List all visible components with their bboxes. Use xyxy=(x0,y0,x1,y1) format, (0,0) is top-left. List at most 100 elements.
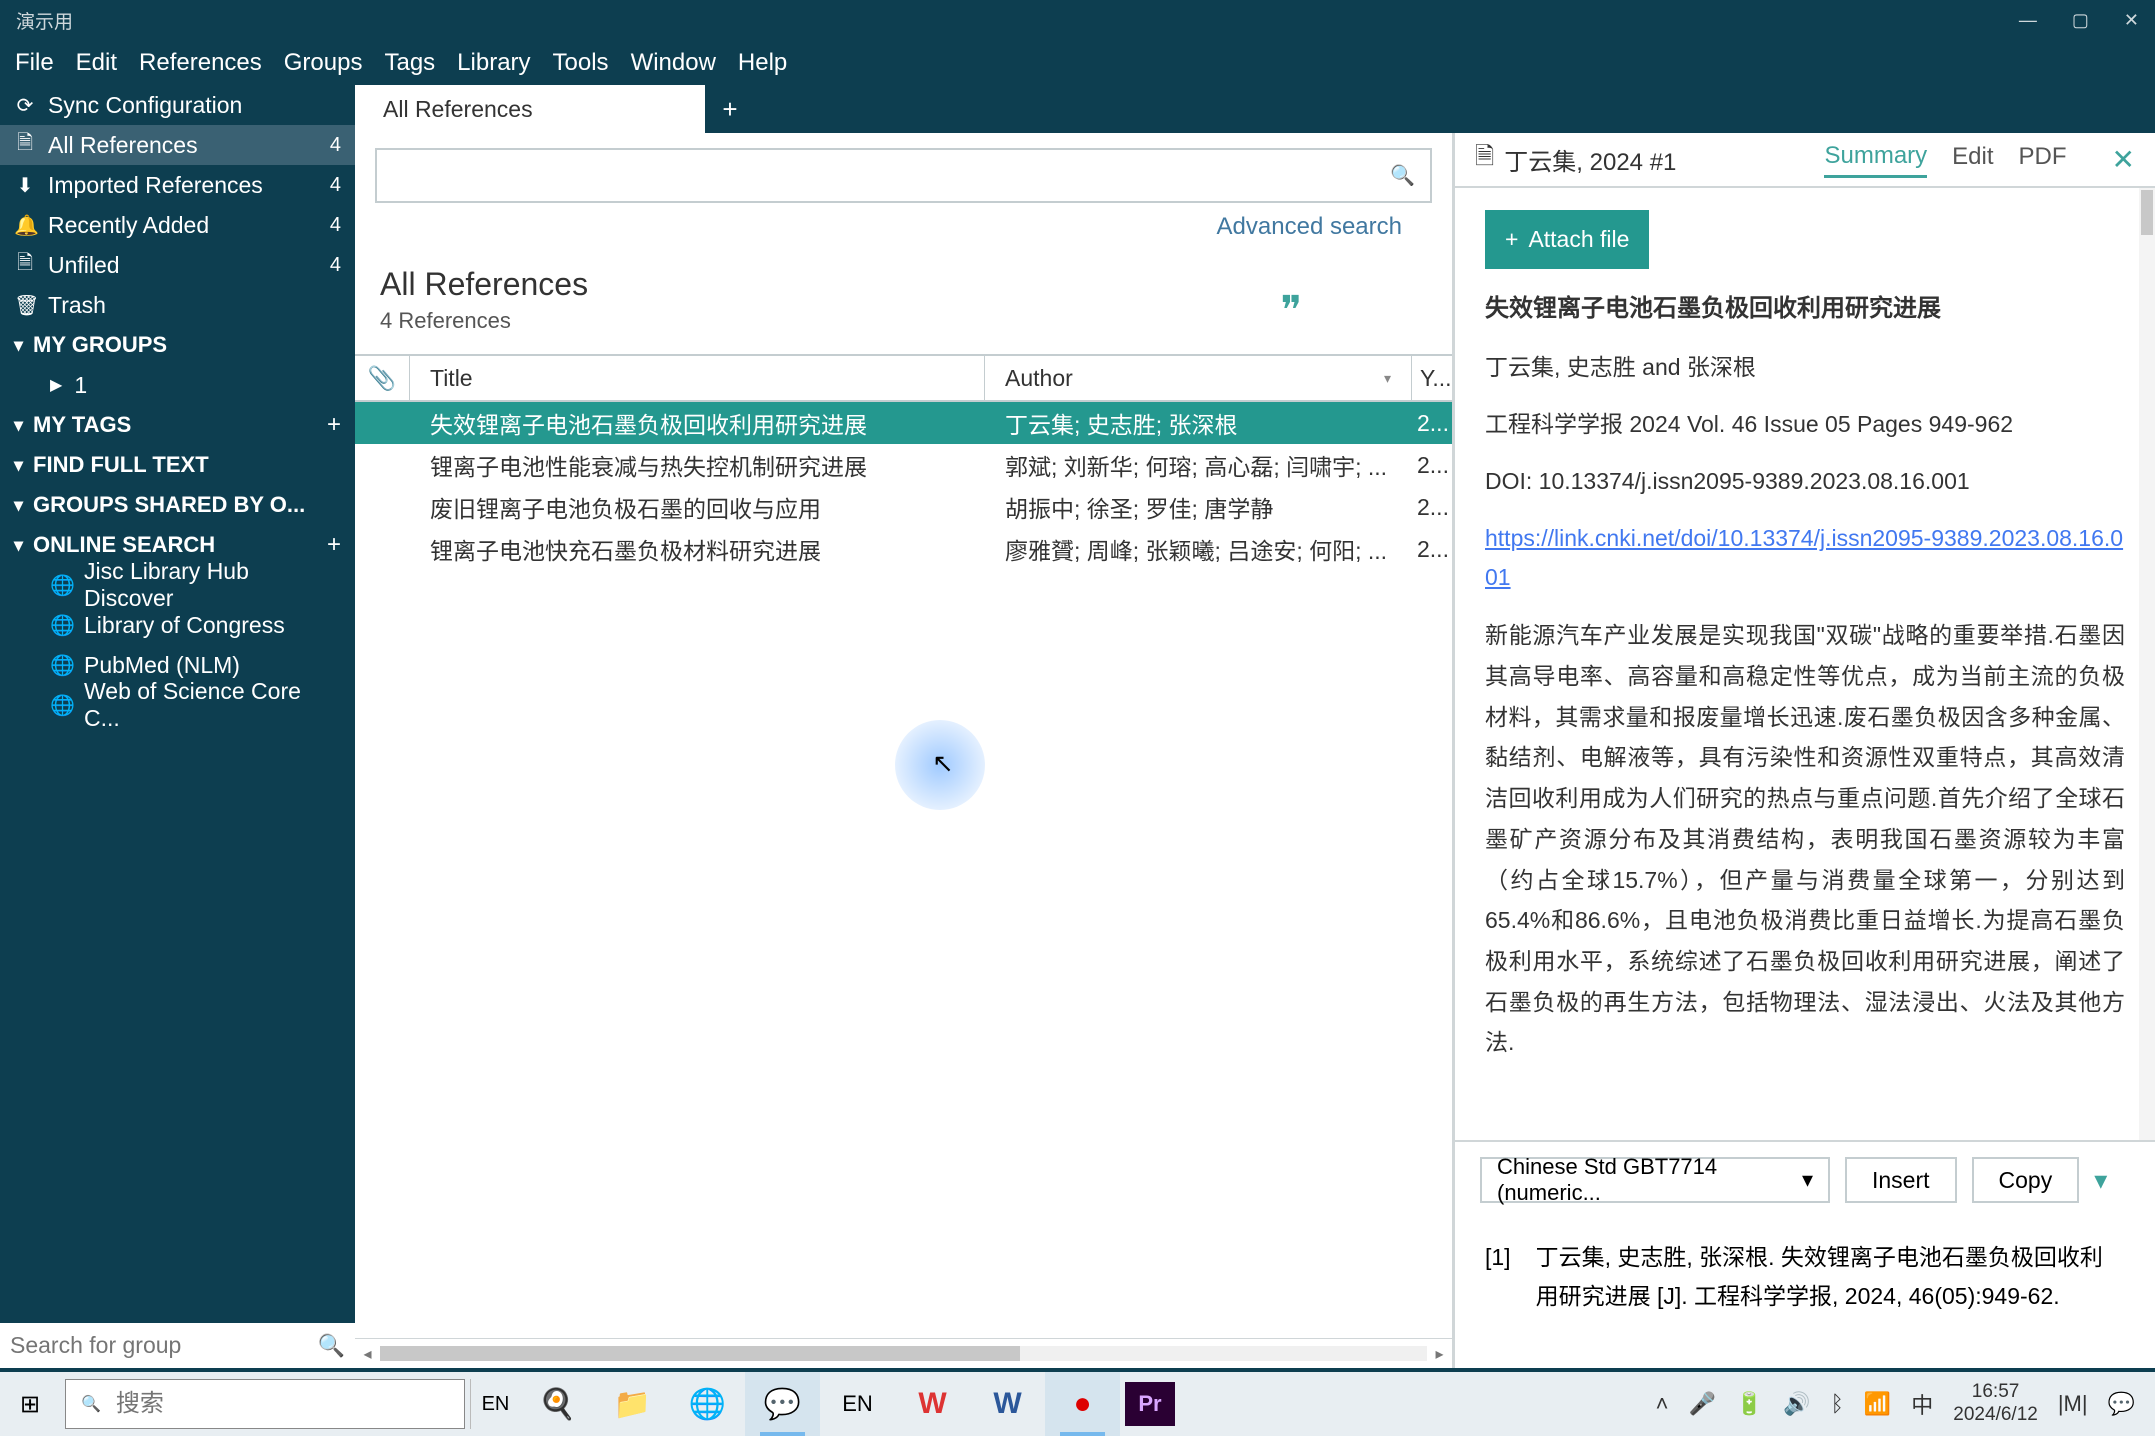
col-year[interactable]: Y... xyxy=(1412,356,1452,400)
insert-citation-button[interactable]: Insert xyxy=(1845,1157,1957,1203)
menu-library[interactable]: Library xyxy=(457,49,530,77)
scroll-right-icon[interactable]: ▸ xyxy=(1427,1344,1452,1364)
table-row[interactable]: 失效锂离子电池石墨负极回收利用研究进展 丁云集; 史志胜; 张深根 2... xyxy=(355,402,1452,444)
minimize-button[interactable]: — xyxy=(2019,10,2037,31)
maximize-button[interactable]: ▢ xyxy=(2072,10,2089,31)
online-search-loc[interactable]: 🌐 Library of Congress xyxy=(0,605,355,645)
sidebar-item-unfiled[interactable]: 🗎 Unfiled 4 xyxy=(0,245,355,285)
tray-date: 2024/6/12 xyxy=(1953,1404,2038,1427)
tray-wifi-icon[interactable]: 📶 xyxy=(1864,1391,1891,1417)
table-row[interactable]: 废旧锂离子电池负极石墨的回收与应用 胡振中; 徐圣; 罗佳; 唐学静 2... xyxy=(355,486,1452,528)
sidebar-item-label: Recently Added xyxy=(48,212,209,239)
cell-year: 2... xyxy=(1412,444,1452,486)
tab-summary[interactable]: Summary xyxy=(1824,142,1927,178)
menu-tags[interactable]: Tags xyxy=(384,49,435,77)
citation-style-dropdown[interactable]: Chinese Std GBT7714 (numeric... ▾ xyxy=(1480,1157,1830,1203)
add-tab-button[interactable]: + xyxy=(705,94,755,125)
sidebar-item-recently-added[interactable]: 🔔 Recently Added 4 xyxy=(0,205,355,245)
taskbar-search-input[interactable] xyxy=(116,1390,449,1418)
col-attachment[interactable]: 📎 xyxy=(355,356,410,400)
taskbar-app-1[interactable]: 🍳 xyxy=(520,1372,595,1436)
close-detail-button[interactable]: ✕ xyxy=(2112,143,2135,176)
scroll-left-icon[interactable]: ◂ xyxy=(355,1344,380,1364)
start-button[interactable]: ⊞ xyxy=(0,1372,60,1436)
tab-bar: All References + xyxy=(355,85,2155,133)
advanced-search-link[interactable]: Advanced search xyxy=(375,203,1432,241)
tray-battery-icon[interactable]: 🔋 xyxy=(1736,1391,1763,1417)
sidebar-group-shared[interactable]: ▾ GROUPS SHARED BY O... xyxy=(0,485,355,525)
close-window-button[interactable]: ✕ xyxy=(2124,10,2139,31)
scrollbar-thumb[interactable] xyxy=(380,1346,1020,1361)
cell-author: 胡振中; 徐圣; 罗佳; 唐学静 xyxy=(985,486,1412,528)
search-icon[interactable]: 🔍 xyxy=(1390,163,1415,188)
scrollbar-thumb[interactable] xyxy=(2141,190,2153,235)
tray-volume-icon[interactable]: 🔊 xyxy=(1783,1391,1810,1417)
taskbar-app-dict[interactable]: EN xyxy=(820,1372,895,1436)
taskbar-search[interactable]: 🔍 xyxy=(65,1379,465,1429)
globe-icon: 🌐 xyxy=(50,613,72,638)
online-search-wos[interactable]: 🌐 Web of Science Core C... xyxy=(0,685,355,725)
taskbar-app-record[interactable]: ● xyxy=(1045,1372,1120,1436)
sidebar-group-find-full-text[interactable]: ▾ FIND FULL TEXT xyxy=(0,445,355,485)
tray-ime-indicator[interactable]: 中 xyxy=(1911,1388,1933,1420)
sidebar-item-imported[interactable]: ⬇ Imported References 4 xyxy=(0,165,355,205)
tray-notifications-icon[interactable]: 💬 xyxy=(2108,1391,2135,1417)
language-indicator-en[interactable]: EN xyxy=(470,1379,520,1429)
tray-clock[interactable]: 16:57 2024/6/12 xyxy=(1953,1381,2038,1427)
taskbar-app-premiere[interactable]: Pr xyxy=(1125,1382,1175,1426)
sidebar-group-my-tags[interactable]: ▾ MY TAGS + xyxy=(0,405,355,445)
menu-tools[interactable]: Tools xyxy=(553,49,609,77)
col-title[interactable]: Title xyxy=(410,356,985,400)
horizontal-scrollbar[interactable]: ◂ ▸ xyxy=(355,1338,1452,1368)
trash-icon: 🗑 xyxy=(14,293,36,318)
tray-chevron-up-icon[interactable]: ˄ xyxy=(1656,1391,1669,1417)
tab-edit[interactable]: Edit xyxy=(1952,143,1993,176)
tab-pdf[interactable]: PDF xyxy=(2019,143,2067,176)
count-badge: 4 xyxy=(330,134,341,157)
tray-app-icon[interactable]: |M| xyxy=(2058,1391,2088,1417)
attach-file-button[interactable]: + Attach file xyxy=(1485,210,1649,269)
sidebar-group-my-groups[interactable]: ▾ MY GROUPS xyxy=(0,325,355,365)
tray-mic-icon[interactable]: 🎤 xyxy=(1688,1391,1715,1417)
search-icon: 🔍 xyxy=(81,1394,101,1414)
col-author[interactable]: Author▾ xyxy=(985,356,1412,400)
tab-all-references[interactable]: All References xyxy=(355,85,705,133)
search-input[interactable] xyxy=(392,163,1390,189)
vertical-scrollbar[interactable] xyxy=(2139,188,2155,1140)
globe-icon: 🌐 xyxy=(50,653,72,678)
taskbar-app-wps[interactable]: W xyxy=(895,1372,970,1436)
menu-groups[interactable]: Groups xyxy=(284,49,363,77)
copy-citation-button[interactable]: Copy xyxy=(1972,1157,2080,1203)
quote-icon[interactable]: ❞ xyxy=(1280,288,1302,334)
online-search-jisc[interactable]: 🌐 Jisc Library Hub Discover xyxy=(0,565,355,605)
menu-window[interactable]: Window xyxy=(631,49,716,77)
document-icon: 🗎 xyxy=(1475,139,1494,180)
sidebar-item-all-references[interactable]: 🗎 All References 4 xyxy=(0,125,355,165)
table-row[interactable]: 锂离子电池性能衰减与热失控机制研究进展 郭斌; 刘新华; 何瑢; 高心磊; 闫啸… xyxy=(355,444,1452,486)
sidebar-item-trash[interactable]: 🗑 Trash xyxy=(0,285,355,325)
menu-edit[interactable]: Edit xyxy=(76,49,117,77)
search-icon[interactable]: 🔍 xyxy=(318,1333,345,1359)
cell-title: 锂离子电池快充石墨负极材料研究进展 xyxy=(410,528,985,570)
taskbar-app-explorer[interactable]: 📁 xyxy=(595,1372,670,1436)
menu-help[interactable]: Help xyxy=(738,49,787,77)
citation-more-icon[interactable]: ▾ xyxy=(2094,1165,2107,1196)
sync-configuration[interactable]: ⟳ Sync Configuration xyxy=(0,85,355,125)
sidebar-search-input[interactable] xyxy=(10,1332,318,1359)
sidebar-group-item-1[interactable]: ▶ 1 xyxy=(0,365,355,405)
taskbar-app-edge[interactable]: 🌐 xyxy=(670,1372,745,1436)
paperclip-icon: 📎 xyxy=(368,365,397,392)
cell-title: 失效锂离子电池石墨负极回收利用研究进展 xyxy=(410,402,985,444)
add-online-search-button[interactable]: + xyxy=(327,531,341,559)
taskbar-app-wechat[interactable]: 💬 xyxy=(745,1372,820,1436)
citation-text: 丁云集, 史志胜, 张深根. 失效锂离子电池石墨负极回收利用研究进展 [J]. … xyxy=(1536,1238,2125,1348)
add-tag-button[interactable]: + xyxy=(327,411,341,439)
menu-references[interactable]: References xyxy=(139,49,262,77)
chevron-down-icon: ▾ xyxy=(14,535,23,556)
cell-year: 2... xyxy=(1412,486,1452,528)
table-row[interactable]: 锂离子电池快充石墨负极材料研究进展 廖雅贇; 周峰; 张颖曦; 吕途安; 何阳;… xyxy=(355,528,1452,570)
tray-bluetooth-icon[interactable]: ᛒ xyxy=(1831,1391,1844,1417)
taskbar-app-word[interactable]: W xyxy=(970,1372,1045,1436)
menu-file[interactable]: File xyxy=(15,49,54,77)
reference-url[interactable]: https://link.cnki.net/doi/10.13374/j.iss… xyxy=(1485,519,2125,597)
